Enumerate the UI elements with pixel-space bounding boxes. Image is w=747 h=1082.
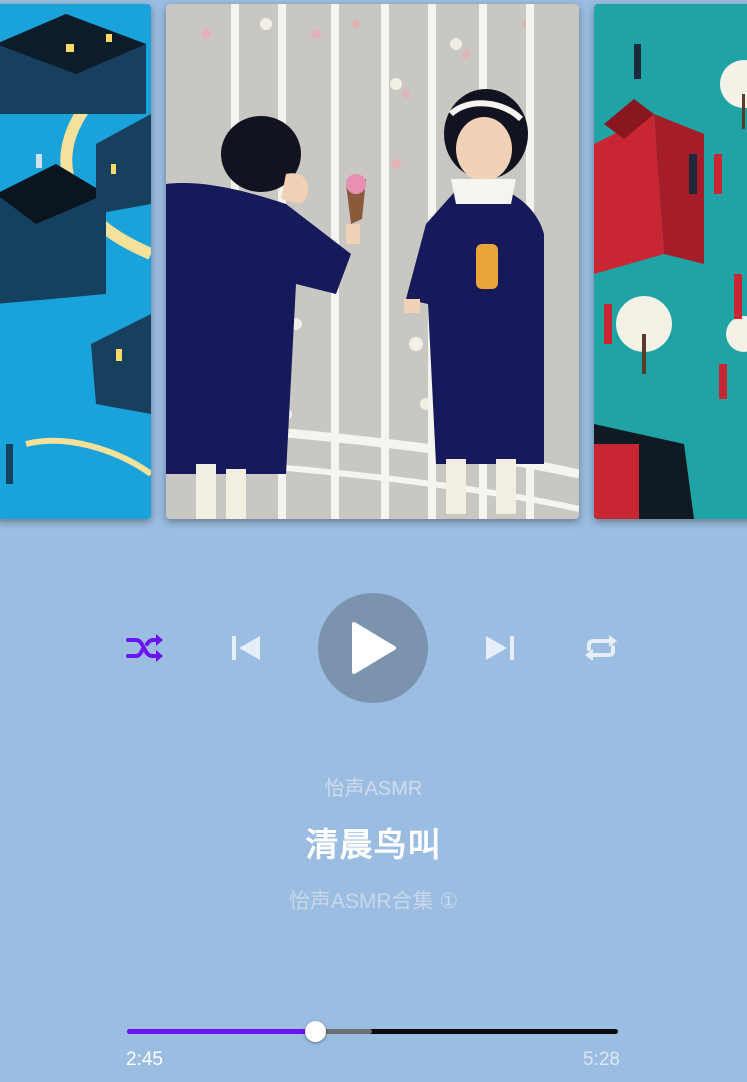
skip-previous-icon [232,636,260,660]
current-time: 2:45 [126,1049,163,1070]
progress-slider[interactable] [127,1021,618,1042]
repeat-icon [585,635,617,661]
play-button[interactable] [318,593,428,703]
town-illustration [594,4,747,519]
shuffle-icon [126,634,163,662]
album-art-carousel[interactable] [0,0,747,530]
album-art-current[interactable] [166,4,579,519]
album-name: 怡声ASMR合集 ① [288,890,459,913]
playback-controls [0,592,747,704]
track-title: 清晨鸟叫 [305,826,442,863]
album-art-previous[interactable] [0,4,151,519]
shuffle-button[interactable] [124,628,166,668]
next-button[interactable] [480,628,520,668]
houses-illustration [0,4,151,519]
repeat-button[interactable] [580,628,622,668]
artist-name: 怡声ASMR [324,778,423,800]
progress-thumb[interactable] [304,1021,326,1042]
previous-button[interactable] [226,628,266,668]
skip-next-icon [486,636,514,660]
album-art-next[interactable] [594,4,747,519]
total-time: 5:28 [583,1049,620,1070]
girls-illustration [166,4,579,519]
play-icon [352,622,396,674]
played-bar [127,1029,315,1034]
